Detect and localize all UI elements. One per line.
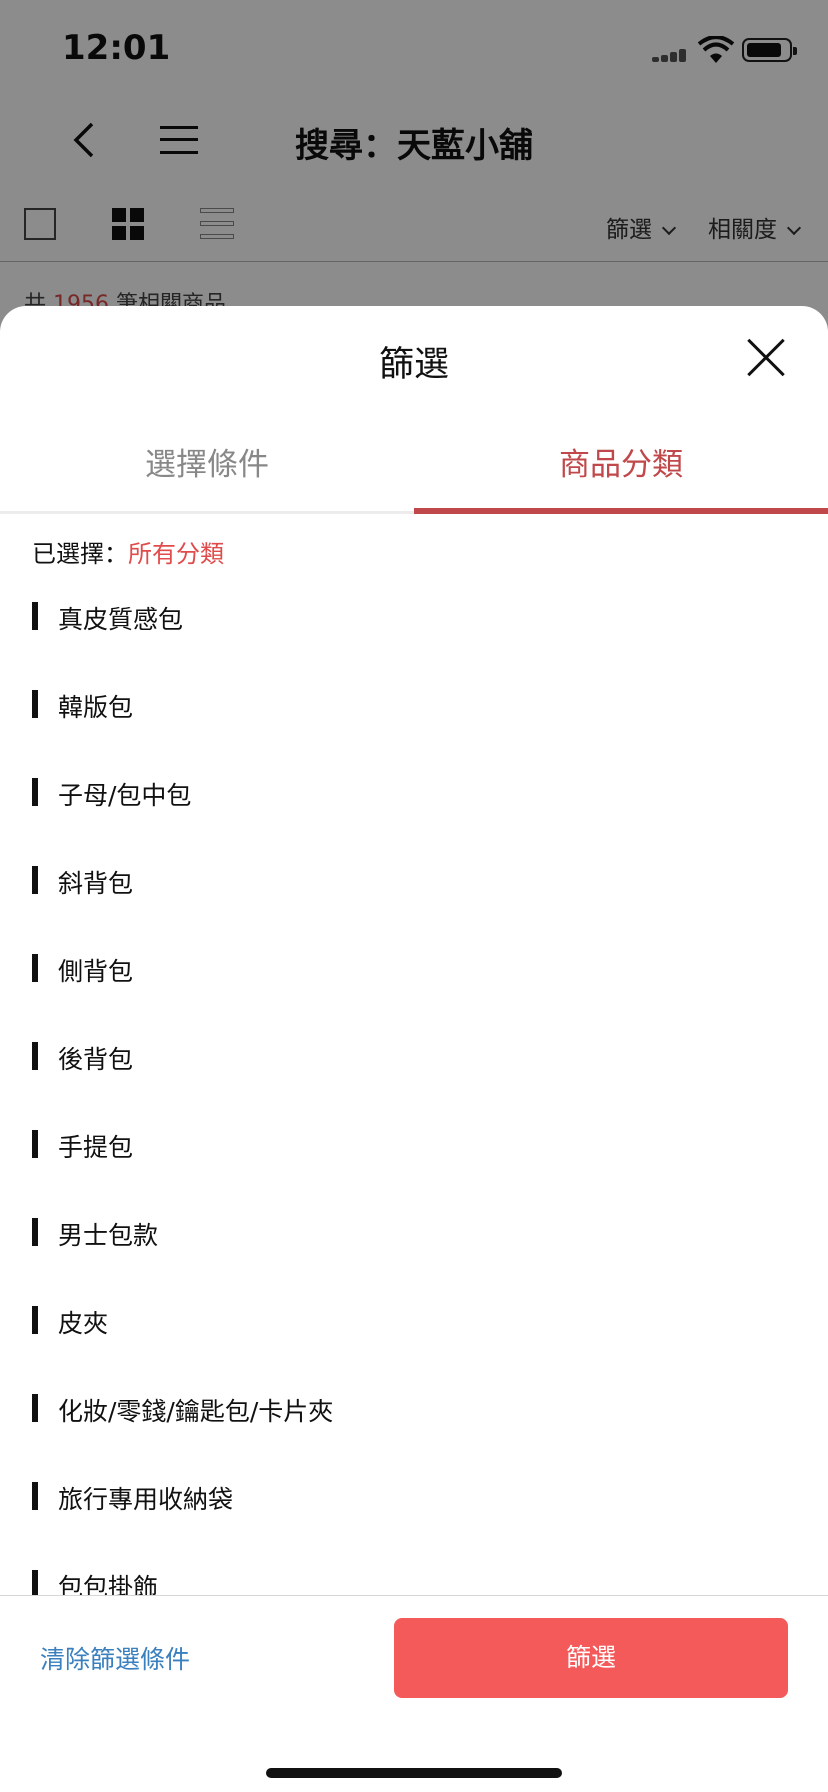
selected-category: 已選擇：所有分類 (32, 534, 224, 569)
tab-category[interactable]: 商品分類 (414, 422, 828, 514)
category-marker (32, 1394, 38, 1422)
home-indicator (266, 1768, 562, 1778)
category-item[interactable]: 旅行專用收納袋 (0, 1468, 828, 1528)
category-item[interactable]: 皮夾 (0, 1292, 828, 1352)
category-marker (32, 1218, 38, 1246)
category-label: 真皮質感包 (58, 605, 184, 634)
category-label: 手提包 (58, 1133, 134, 1162)
category-marker (32, 1570, 38, 1598)
category-marker (32, 778, 38, 806)
category-label: 子母/包中包 (58, 781, 192, 810)
category-item[interactable]: 韓版包 (0, 676, 828, 736)
clear-filters-button[interactable]: 清除篩選條件 (40, 1640, 190, 1676)
category-item[interactable]: 側背包 (0, 940, 828, 1000)
category-label: 男士包款 (58, 1221, 159, 1250)
category-label: 側背包 (58, 957, 134, 986)
category-marker (32, 690, 38, 718)
category-item[interactable]: 男士包款 (0, 1204, 828, 1264)
category-list: 真皮質感包韓版包子母/包中包 斜背包側背包後背包手提包男士包款皮夾化妝/零錢/鑰匙… (0, 588, 828, 1600)
category-item[interactable]: 手提包 (0, 1116, 828, 1176)
category-label: 斜背包 (58, 869, 134, 898)
category-item[interactable]: 斜背包 (0, 852, 828, 912)
category-label: 韓版包 (58, 693, 134, 722)
selected-value: 所有分類 (128, 540, 224, 568)
category-item[interactable]: 真皮質感包 (0, 588, 828, 648)
category-marker (32, 602, 38, 630)
category-marker (32, 1042, 38, 1070)
category-item[interactable]: 包包掛飾 (0, 1556, 828, 1600)
sheet-tabs: 選擇條件 商品分類 (0, 422, 828, 514)
filter-sheet: 篩選 選擇條件 商品分類 已選擇：所有分類 真皮質感包韓版包子母/包中包 斜背包側… (0, 306, 828, 1792)
category-marker (32, 954, 38, 982)
category-label: 皮夾 (58, 1309, 109, 1338)
apply-filter-button[interactable]: 篩選 (394, 1618, 788, 1698)
category-marker (32, 1130, 38, 1158)
category-label: 後背包 (58, 1045, 134, 1074)
sheet-title: 篩選 (378, 345, 449, 385)
category-marker (32, 1306, 38, 1334)
category-item[interactable]: 化妝/零錢/鑰匙包/卡片夾 (0, 1380, 828, 1440)
tab-conditions[interactable]: 選擇條件 (0, 422, 414, 514)
category-label: 旅行專用收納袋 (58, 1485, 234, 1514)
category-item[interactable]: 子母/包中包 (0, 764, 828, 824)
category-marker (32, 1482, 38, 1510)
close-icon[interactable] (744, 336, 788, 380)
category-marker (32, 866, 38, 894)
category-item[interactable]: 後背包 (0, 1028, 828, 1088)
category-label: 化妝/零錢/鑰匙包/卡片夾 (58, 1397, 334, 1426)
selected-label: 已選擇： (32, 540, 128, 568)
sheet-footer: 清除篩選條件 篩選 (0, 1595, 828, 1792)
